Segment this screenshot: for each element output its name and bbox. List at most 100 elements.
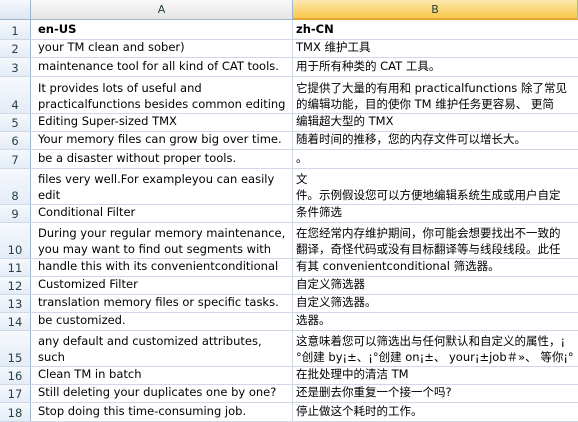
cell-a[interactable]: Conditional Filter: [31, 205, 293, 222]
cell-text: Still deleting your duplicates one by on…: [38, 385, 277, 399]
cell-b[interactable]: TMX 维护工具: [293, 40, 578, 57]
row-header[interactable]: 6: [0, 132, 31, 149]
cell-b[interactable]: 条件筛选: [293, 205, 578, 222]
cell-b[interactable]: 停止做这个耗时的工作。: [293, 403, 578, 421]
cell-b[interactable]: 这意味着您可以筛选出与任何默认和自定义的属性，¡ °创建 by¡±、¡°创建 o…: [293, 331, 578, 366]
cell-text: 选器。: [296, 313, 331, 327]
cell-b[interactable]: 在批处理中的清洁 TM: [293, 367, 578, 384]
row-header[interactable]: 5: [0, 114, 31, 131]
row-header[interactable]: 9: [0, 205, 31, 222]
cell-text: Your memory files can grow big over time…: [38, 132, 282, 146]
table-row: 10 During your regular memory maintenanc…: [0, 223, 578, 259]
cell-a[interactable]: This means you can filter out segments w…: [31, 331, 293, 366]
row-header[interactable]: 12: [0, 277, 31, 294]
table-row: 2 your TM clean and sober) TMX 维护工具: [0, 40, 578, 58]
table-row: 9 Conditional Filter 条件筛选: [0, 205, 578, 223]
cell-b[interactable]: 有其 convenientconditional 筛选器。: [293, 259, 578, 276]
cell-b[interactable]: zh-CN: [293, 20, 578, 39]
row-header[interactable]: 7: [0, 150, 31, 168]
column-header-a[interactable]: A: [31, 0, 293, 20]
table-row: 16 Clean TM in batch 在批处理中的清洁 TM: [0, 367, 578, 385]
row-header[interactable]: 2: [0, 40, 31, 57]
cell-text: be a disaster without proper tools.: [38, 151, 237, 165]
table-row: 5 Editing Super-sized TMX 编辑超大型的 TMX: [0, 114, 578, 132]
cell-text: 。: [296, 151, 308, 165]
row-header[interactable]: 4: [0, 77, 31, 113]
cell-a[interactable]: maintenance tool for all kind of CAT too…: [31, 58, 293, 76]
cell-text: Customized Filter: [38, 277, 138, 291]
row-header[interactable]: 3: [0, 58, 31, 76]
cell-text: Editing Super-sized TMX: [38, 114, 177, 128]
cell-text: your TM clean and sober): [38, 40, 185, 54]
cell-b[interactable]: 在您经常内存维护期间，你可能会想要找出不一致的 翻译，奇怪代码或没有目标翻译等与…: [293, 223, 578, 258]
cell-b[interactable]: 选器。: [293, 313, 578, 330]
table-row: 17 Still deleting your duplicates one by…: [0, 385, 578, 403]
cell-a[interactable]: Stop doing this time-consuming job.: [31, 403, 293, 421]
cell-a[interactable]: your TM clean and sober): [31, 40, 293, 57]
cell-b[interactable]: 用于所有种类的 CAT 工具。: [293, 58, 578, 76]
cell-text: handle this with its convenientcondition…: [38, 259, 279, 273]
row-header[interactable]: 10: [0, 223, 31, 258]
select-all-corner[interactable]: [0, 0, 31, 20]
cell-text: 用于所有种类的 CAT 工具。: [296, 59, 441, 73]
cell-a[interactable]: be customized.: [31, 313, 293, 330]
cell-text: 这意味着您可以筛选出与任何默认和自定义的属性，¡ °创建 by¡±、¡°创建 o…: [296, 334, 574, 364]
row-header[interactable]: 13: [0, 295, 31, 312]
cell-b[interactable]: 自定义筛选器: [293, 277, 578, 294]
table-row: 6 Your memory files can grow big over ti…: [0, 132, 578, 150]
cell-b[interactable]: Heartsome TMX 编辑器 8 可以很好地处理大 TMX 文 件。示例假…: [293, 169, 578, 204]
cell-text: en-US: [38, 22, 77, 36]
cell-a[interactable]: en-US: [31, 20, 293, 39]
table-row: 7 be a disaster without proper tools. 。: [0, 150, 578, 169]
cell-text: be customized.: [38, 313, 126, 327]
cell-a[interactable]: During your regular memory maintenance, …: [31, 223, 293, 258]
cell-text: Conditional Filter: [38, 205, 136, 219]
cell-b[interactable]: 还是删去你重复一个接一个吗?: [293, 385, 578, 402]
cell-text: During your regular memory maintenance, …: [38, 226, 286, 256]
cell-text: 自定义筛选器。: [296, 295, 377, 309]
table-row: 12 Customized Filter 自定义筛选器: [0, 277, 578, 295]
cell-text: 自定义筛选器: [296, 277, 365, 291]
cell-a[interactable]: Clean TM in batch: [31, 367, 293, 384]
column-header-b[interactable]: B: [293, 0, 578, 20]
cell-a[interactable]: Your memory files can grow big over time…: [31, 132, 293, 149]
row-header[interactable]: 16: [0, 367, 31, 384]
table-row: 18 Stop doing this time-consuming job. 停…: [0, 403, 578, 422]
cell-a[interactable]: be a disaster without proper tools.: [31, 150, 293, 168]
cell-text: Stop doing this time-consuming job.: [38, 404, 247, 418]
cell-b[interactable]: 随着时间的推移，您的内存文件可以增长大。: [293, 132, 578, 149]
table-row: 4 It provides lots of useful and practic…: [0, 77, 578, 114]
row-header[interactable]: 11: [0, 259, 31, 276]
cell-text: 在您经常内存维护期间，你可能会想要找出不一致的 翻译，奇怪代码或没有目标翻译等与…: [296, 226, 561, 256]
row-header[interactable]: 1: [0, 20, 31, 39]
table-row: 15 This means you can filter out segment…: [0, 331, 578, 367]
cell-a[interactable]: It provides lots of useful and practical…: [31, 77, 293, 113]
cell-a[interactable]: Customized Filter: [31, 277, 293, 294]
table-row: 11 handle this with its convenientcondit…: [0, 259, 578, 277]
cell-a[interactable]: translation memory files or specific tas…: [31, 295, 293, 312]
cell-text: TMX 维护工具: [296, 40, 371, 54]
cell-text: zh-CN: [296, 22, 334, 36]
row-header[interactable]: 14: [0, 313, 31, 330]
cell-a[interactable]: Heartsome TMX Editor 8 can handle big TM…: [31, 169, 293, 204]
cell-a[interactable]: Still deleting your duplicates one by on…: [31, 385, 293, 402]
row-header[interactable]: 8: [0, 169, 31, 204]
cell-text: This means you can filter out segments w…: [38, 331, 262, 364]
cell-b[interactable]: 。: [293, 150, 578, 168]
cell-a[interactable]: Editing Super-sized TMX: [31, 114, 293, 131]
cell-text: 停止做这个耗时的工作。: [296, 404, 423, 418]
table-row: 8 Heartsome TMX Editor 8 can handle big …: [0, 169, 578, 205]
row-header[interactable]: 17: [0, 385, 31, 402]
cell-b[interactable]: 编辑超大型的 TMX: [293, 114, 578, 131]
row-header[interactable]: 15: [0, 331, 31, 366]
cell-b[interactable]: 自定义筛选器。: [293, 295, 578, 312]
table-row: 14 be customized. 选器。: [0, 313, 578, 331]
cell-text: It provides lots of useful and practical…: [38, 81, 286, 111]
cell-text: maintenance tool for all kind of CAT too…: [38, 59, 279, 73]
cell-a[interactable]: handle this with its convenientcondition…: [31, 259, 293, 276]
table-row: 13 translation memory files or specific …: [0, 295, 578, 313]
row-header[interactable]: 18: [0, 403, 31, 421]
cell-b[interactable]: 它提供了大量的有用和 practicalfunctions 除了常见 的编辑功能…: [293, 77, 578, 113]
cell-text: 在批处理中的清洁 TM: [296, 367, 409, 381]
cell-text: 还是删去你重复一个接一个吗?: [296, 385, 452, 399]
